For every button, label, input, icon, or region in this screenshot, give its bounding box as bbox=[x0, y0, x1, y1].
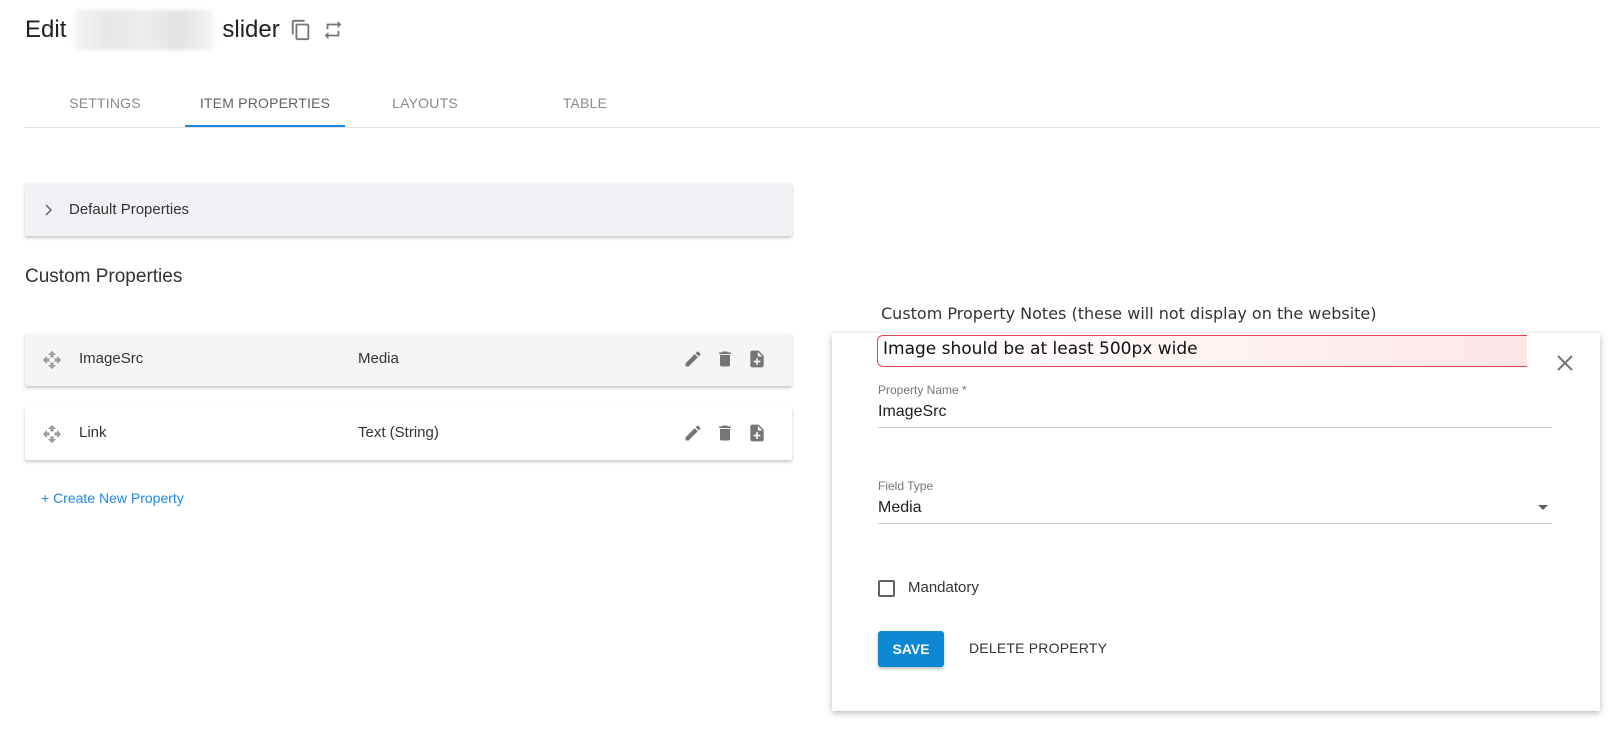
property-name: Link bbox=[79, 424, 107, 441]
field-type-underline bbox=[878, 523, 1552, 524]
create-new-property-link[interactable]: + Create New Property bbox=[41, 490, 184, 506]
mandatory-label[interactable]: Mandatory bbox=[908, 579, 979, 596]
delete-icon[interactable] bbox=[715, 423, 735, 443]
tab-bar: SETTINGS ITEM PROPERTIES LAYOUTS TABLE bbox=[25, 85, 1600, 128]
property-name-label: Property Name * bbox=[878, 383, 967, 397]
save-button[interactable]: SAVE bbox=[878, 631, 944, 667]
property-type: Media bbox=[358, 350, 399, 367]
custom-properties-title: Custom Properties bbox=[25, 266, 183, 287]
add-note-icon[interactable] bbox=[747, 349, 767, 369]
copy-icon[interactable] bbox=[290, 19, 312, 41]
page-title: Edit slider bbox=[25, 10, 344, 50]
tab-item-properties[interactable]: ITEM PROPERTIES bbox=[185, 85, 345, 127]
field-type-label: Field Type bbox=[878, 479, 934, 493]
page-title-suffix: slider bbox=[222, 16, 280, 43]
mandatory-checkbox[interactable] bbox=[878, 580, 895, 597]
tab-table[interactable]: TABLE bbox=[505, 85, 665, 127]
edit-icon[interactable] bbox=[683, 423, 703, 443]
chevron-right-icon bbox=[41, 203, 55, 217]
dropdown-arrow-icon[interactable] bbox=[1538, 505, 1548, 510]
property-name: ImageSrc bbox=[79, 350, 144, 367]
delete-icon[interactable] bbox=[715, 349, 735, 369]
property-name-underline bbox=[878, 427, 1552, 428]
property-row[interactable]: Link Text (String) bbox=[25, 407, 792, 460]
notes-label: Custom Property Notes (these will not di… bbox=[881, 304, 1377, 323]
tab-settings[interactable]: SETTINGS bbox=[25, 85, 185, 127]
field-type-select[interactable]: Media bbox=[878, 499, 922, 517]
drag-handle-icon[interactable] bbox=[42, 350, 62, 370]
close-icon[interactable] bbox=[1556, 354, 1574, 372]
add-note-icon[interactable] bbox=[747, 423, 767, 443]
property-name-input[interactable]: ImageSrc bbox=[878, 403, 946, 421]
note-text[interactable]: Image should be at least 500px wide bbox=[883, 339, 1198, 359]
default-properties-panel[interactable]: Default Properties bbox=[25, 183, 792, 236]
blurred-name bbox=[74, 10, 215, 50]
repeat-icon[interactable] bbox=[322, 19, 344, 41]
delete-property-button[interactable]: DELETE PROPERTY bbox=[969, 640, 1107, 656]
property-row[interactable]: ImageSrc Media bbox=[25, 333, 792, 386]
edit-icon[interactable] bbox=[683, 349, 703, 369]
drag-handle-icon[interactable] bbox=[42, 424, 62, 444]
property-type: Text (String) bbox=[358, 424, 439, 441]
page-title-prefix: Edit bbox=[25, 16, 67, 43]
default-properties-label: Default Properties bbox=[69, 201, 190, 218]
tab-layouts[interactable]: LAYOUTS bbox=[345, 85, 505, 127]
